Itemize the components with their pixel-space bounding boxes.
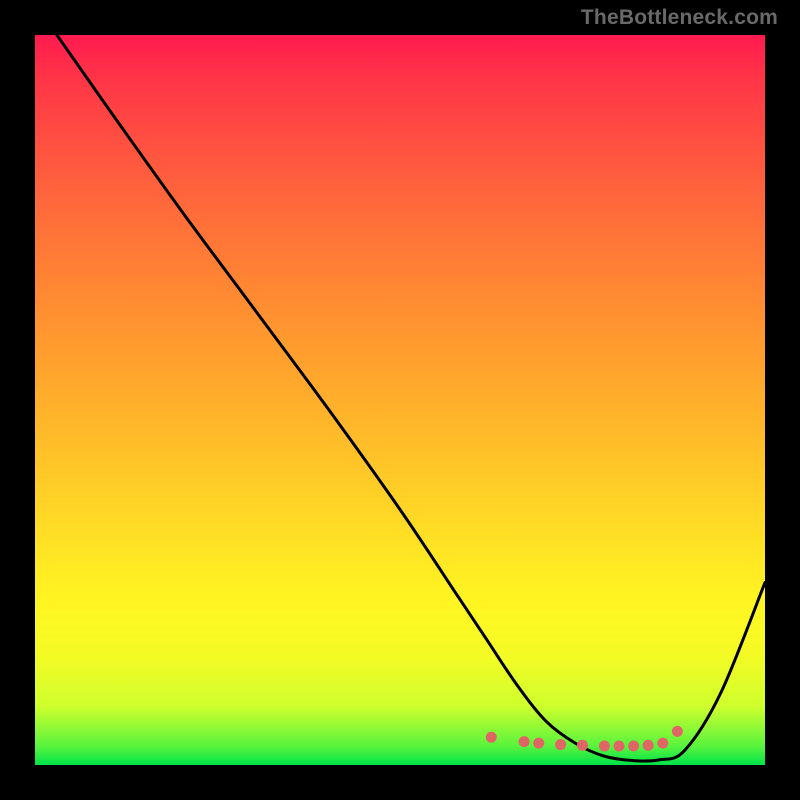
curve-overlay <box>35 35 765 765</box>
highlight-dot <box>657 738 668 749</box>
highlight-dot <box>643 740 654 751</box>
highlight-dot <box>599 741 610 752</box>
bottleneck-curve <box>57 35 765 761</box>
highlight-dot <box>672 726 683 737</box>
plot-area <box>35 35 765 765</box>
highlight-dot <box>533 738 544 749</box>
highlight-dot <box>577 740 588 751</box>
highlight-dot <box>486 732 497 743</box>
highlight-dot <box>555 739 566 750</box>
highlight-dot <box>628 741 639 752</box>
highlight-dot <box>614 741 625 752</box>
attribution-text: TheBottleneck.com <box>581 6 778 30</box>
chart-container: TheBottleneck.com <box>0 0 800 800</box>
highlight-dots <box>486 726 683 752</box>
highlight-dot <box>519 736 530 747</box>
